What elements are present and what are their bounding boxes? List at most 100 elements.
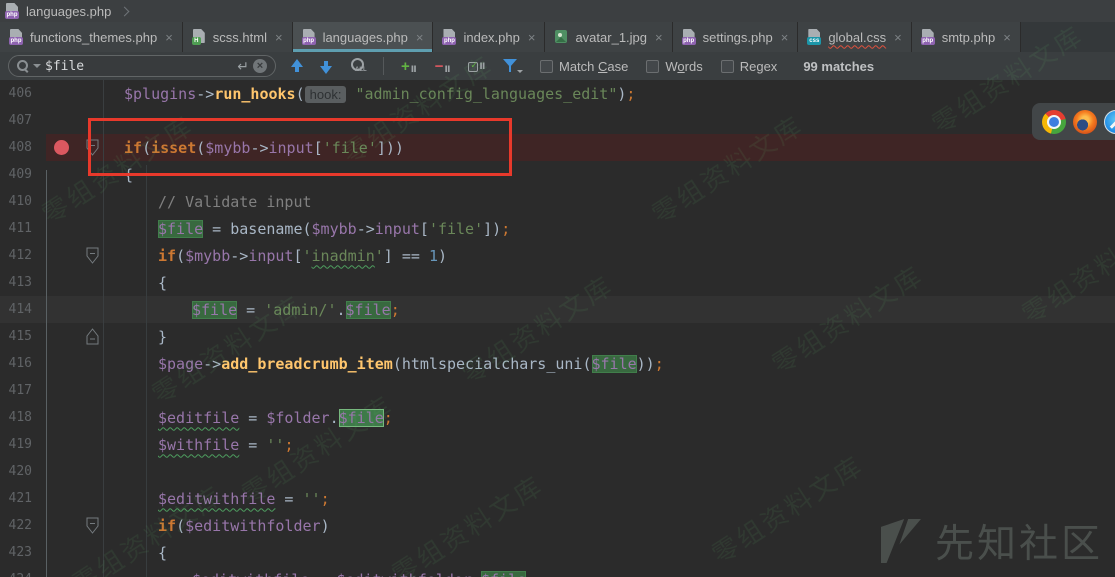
code-token: ]	[483, 220, 492, 238]
tab-label: languages.php	[323, 30, 408, 45]
line-number[interactable]: 412	[0, 248, 46, 263]
firefox-browser-icon[interactable]	[1073, 110, 1097, 134]
line-number[interactable]: 410	[0, 194, 46, 209]
code-line-416[interactable]: 416$page->add_breadcrumb_item(htmlspecia…	[0, 350, 1115, 377]
line-number[interactable]: 408	[0, 140, 46, 155]
checkbox-box[interactable]	[540, 60, 553, 73]
line-number[interactable]: 422	[0, 518, 46, 533]
code-token: $file	[339, 409, 384, 427]
checkbox-match-case[interactable]: Match Case	[540, 59, 628, 74]
tab-functions_themes.php[interactable]: phpfunctions_themes.php×	[0, 22, 183, 52]
enter-icon: ↵	[237, 58, 249, 75]
checkbox-words[interactable]: Words	[646, 59, 702, 74]
close-tab-icon[interactable]: ×	[1003, 30, 1011, 45]
line-number[interactable]: 413	[0, 275, 46, 290]
fold-close-icon[interactable]	[86, 328, 99, 345]
tab-smtp.php[interactable]: phpsmtp.php×	[912, 22, 1021, 52]
breadcrumb-file[interactable]: languages.php	[26, 4, 111, 19]
php-file-icon: php	[442, 29, 457, 45]
line-number[interactable]: 416	[0, 356, 46, 371]
line-number[interactable]: 411	[0, 221, 46, 236]
tab-avatar_1.jpg[interactable]: avatar_1.jpg×	[545, 22, 672, 52]
code-token: ;	[526, 571, 535, 577]
code-line-411[interactable]: 411$file = basename($mybb->input['file']…	[0, 215, 1115, 242]
close-tab-icon[interactable]: ×	[655, 30, 663, 45]
previous-match-icon[interactable]	[290, 59, 303, 74]
code-line-419[interactable]: 419$withfile = '';	[0, 431, 1115, 458]
code-token: ;	[384, 409, 393, 427]
close-tab-icon[interactable]: ×	[894, 30, 902, 45]
search-history-chevron-icon[interactable]	[33, 64, 41, 68]
checkbox-box[interactable]	[646, 60, 659, 73]
search-input[interactable]: $file ↵ ×	[8, 55, 276, 77]
code-token: ''	[266, 436, 284, 454]
php-file-icon: php	[5, 3, 20, 19]
search-query-text[interactable]: $file	[45, 59, 233, 74]
code-line-417[interactable]: 417	[0, 377, 1115, 404]
chrome-browser-icon[interactable]	[1042, 110, 1066, 134]
tab-settings.php[interactable]: phpsettings.php×	[673, 22, 799, 52]
tab-languages.php[interactable]: php languages.php ×	[293, 22, 434, 52]
remove-occurrence-icon[interactable]: −Ⅱ	[435, 58, 452, 75]
line-number[interactable]: 424	[0, 572, 46, 577]
line-number[interactable]: 423	[0, 545, 46, 560]
code-line-421[interactable]: 421$editwithfile = '';	[0, 485, 1115, 512]
code-line-415[interactable]: 415}	[0, 323, 1115, 350]
code-token: (	[582, 355, 591, 373]
code-token: ''	[303, 490, 321, 508]
fold-open-icon[interactable]	[86, 247, 99, 264]
clear-search-icon[interactable]: ×	[253, 59, 267, 73]
line-number[interactable]: 420	[0, 464, 46, 479]
tab-scss.html[interactable]: Hscss.html×	[183, 22, 293, 52]
checkbox-regex[interactable]: Regex	[721, 59, 778, 74]
code-token: inadmin	[312, 247, 375, 265]
next-match-icon[interactable]	[320, 59, 333, 74]
code-line-413[interactable]: 413{	[0, 269, 1115, 296]
close-tab-icon[interactable]: ×	[781, 30, 789, 45]
code-line-406[interactable]: 406$plugins->run_hooks(hook: "admin_conf…	[0, 80, 1115, 107]
fold-open-icon[interactable]	[86, 517, 99, 534]
line-number[interactable]: 409	[0, 167, 46, 182]
close-tab-icon[interactable]: ×	[528, 30, 536, 45]
code-token: ;	[284, 436, 293, 454]
tab-index.php[interactable]: phpindex.php×	[433, 22, 545, 52]
line-number[interactable]: 418	[0, 410, 46, 425]
line-number[interactable]: 406	[0, 86, 46, 101]
close-tab-icon[interactable]: ×	[416, 30, 424, 45]
line-number[interactable]: 415	[0, 329, 46, 344]
code-token: if	[158, 247, 176, 265]
select-all-occurrences-icon[interactable]: Ⅱ	[468, 61, 486, 72]
php-file-icon: php	[302, 29, 317, 45]
code-token: $file	[481, 571, 526, 577]
tab-global.css[interactable]: cssglobal.css×	[798, 22, 911, 52]
code-token: ==	[393, 247, 429, 265]
code-token: $file	[346, 301, 391, 319]
code-token: )	[438, 247, 447, 265]
breakpoint-icon[interactable]	[54, 140, 69, 155]
line-number[interactable]: 414	[0, 302, 46, 317]
php-file-icon: php	[9, 29, 24, 45]
code-token: $editwithfile	[158, 490, 275, 508]
code-line-410[interactable]: 410// Validate input	[0, 188, 1115, 215]
line-number[interactable]: 407	[0, 113, 46, 128]
checkbox-box[interactable]	[721, 60, 734, 73]
code-line-420[interactable]: 420	[0, 458, 1115, 485]
code-line-414[interactable]: 414$file = 'admin/'.$file;	[0, 296, 1115, 323]
find-all-icon[interactable]	[350, 58, 366, 74]
line-number[interactable]: 421	[0, 491, 46, 506]
code-token: (	[393, 355, 402, 373]
safari-browser-icon[interactable]	[1104, 110, 1115, 134]
filter-icon[interactable]	[503, 59, 519, 73]
line-number[interactable]: 419	[0, 437, 46, 452]
find-toolbar: $file ↵ × +Ⅱ −Ⅱ Ⅱ Match CaseWordsRegex99…	[0, 52, 1115, 80]
code-token: [	[293, 247, 302, 265]
close-tab-icon[interactable]: ×	[275, 30, 283, 45]
code-token: }	[158, 328, 167, 346]
code-line-418[interactable]: 418$editfile = $folder.$file;	[0, 404, 1115, 431]
close-tab-icon[interactable]: ×	[165, 30, 173, 45]
add-occurrence-icon[interactable]: +Ⅱ	[401, 58, 418, 75]
code-token: $mybb	[312, 220, 357, 238]
code-line-412[interactable]: 412if($mybb->input['inadmin'] == 1)	[0, 242, 1115, 269]
code-token: ;	[391, 301, 400, 319]
line-number[interactable]: 417	[0, 383, 46, 398]
